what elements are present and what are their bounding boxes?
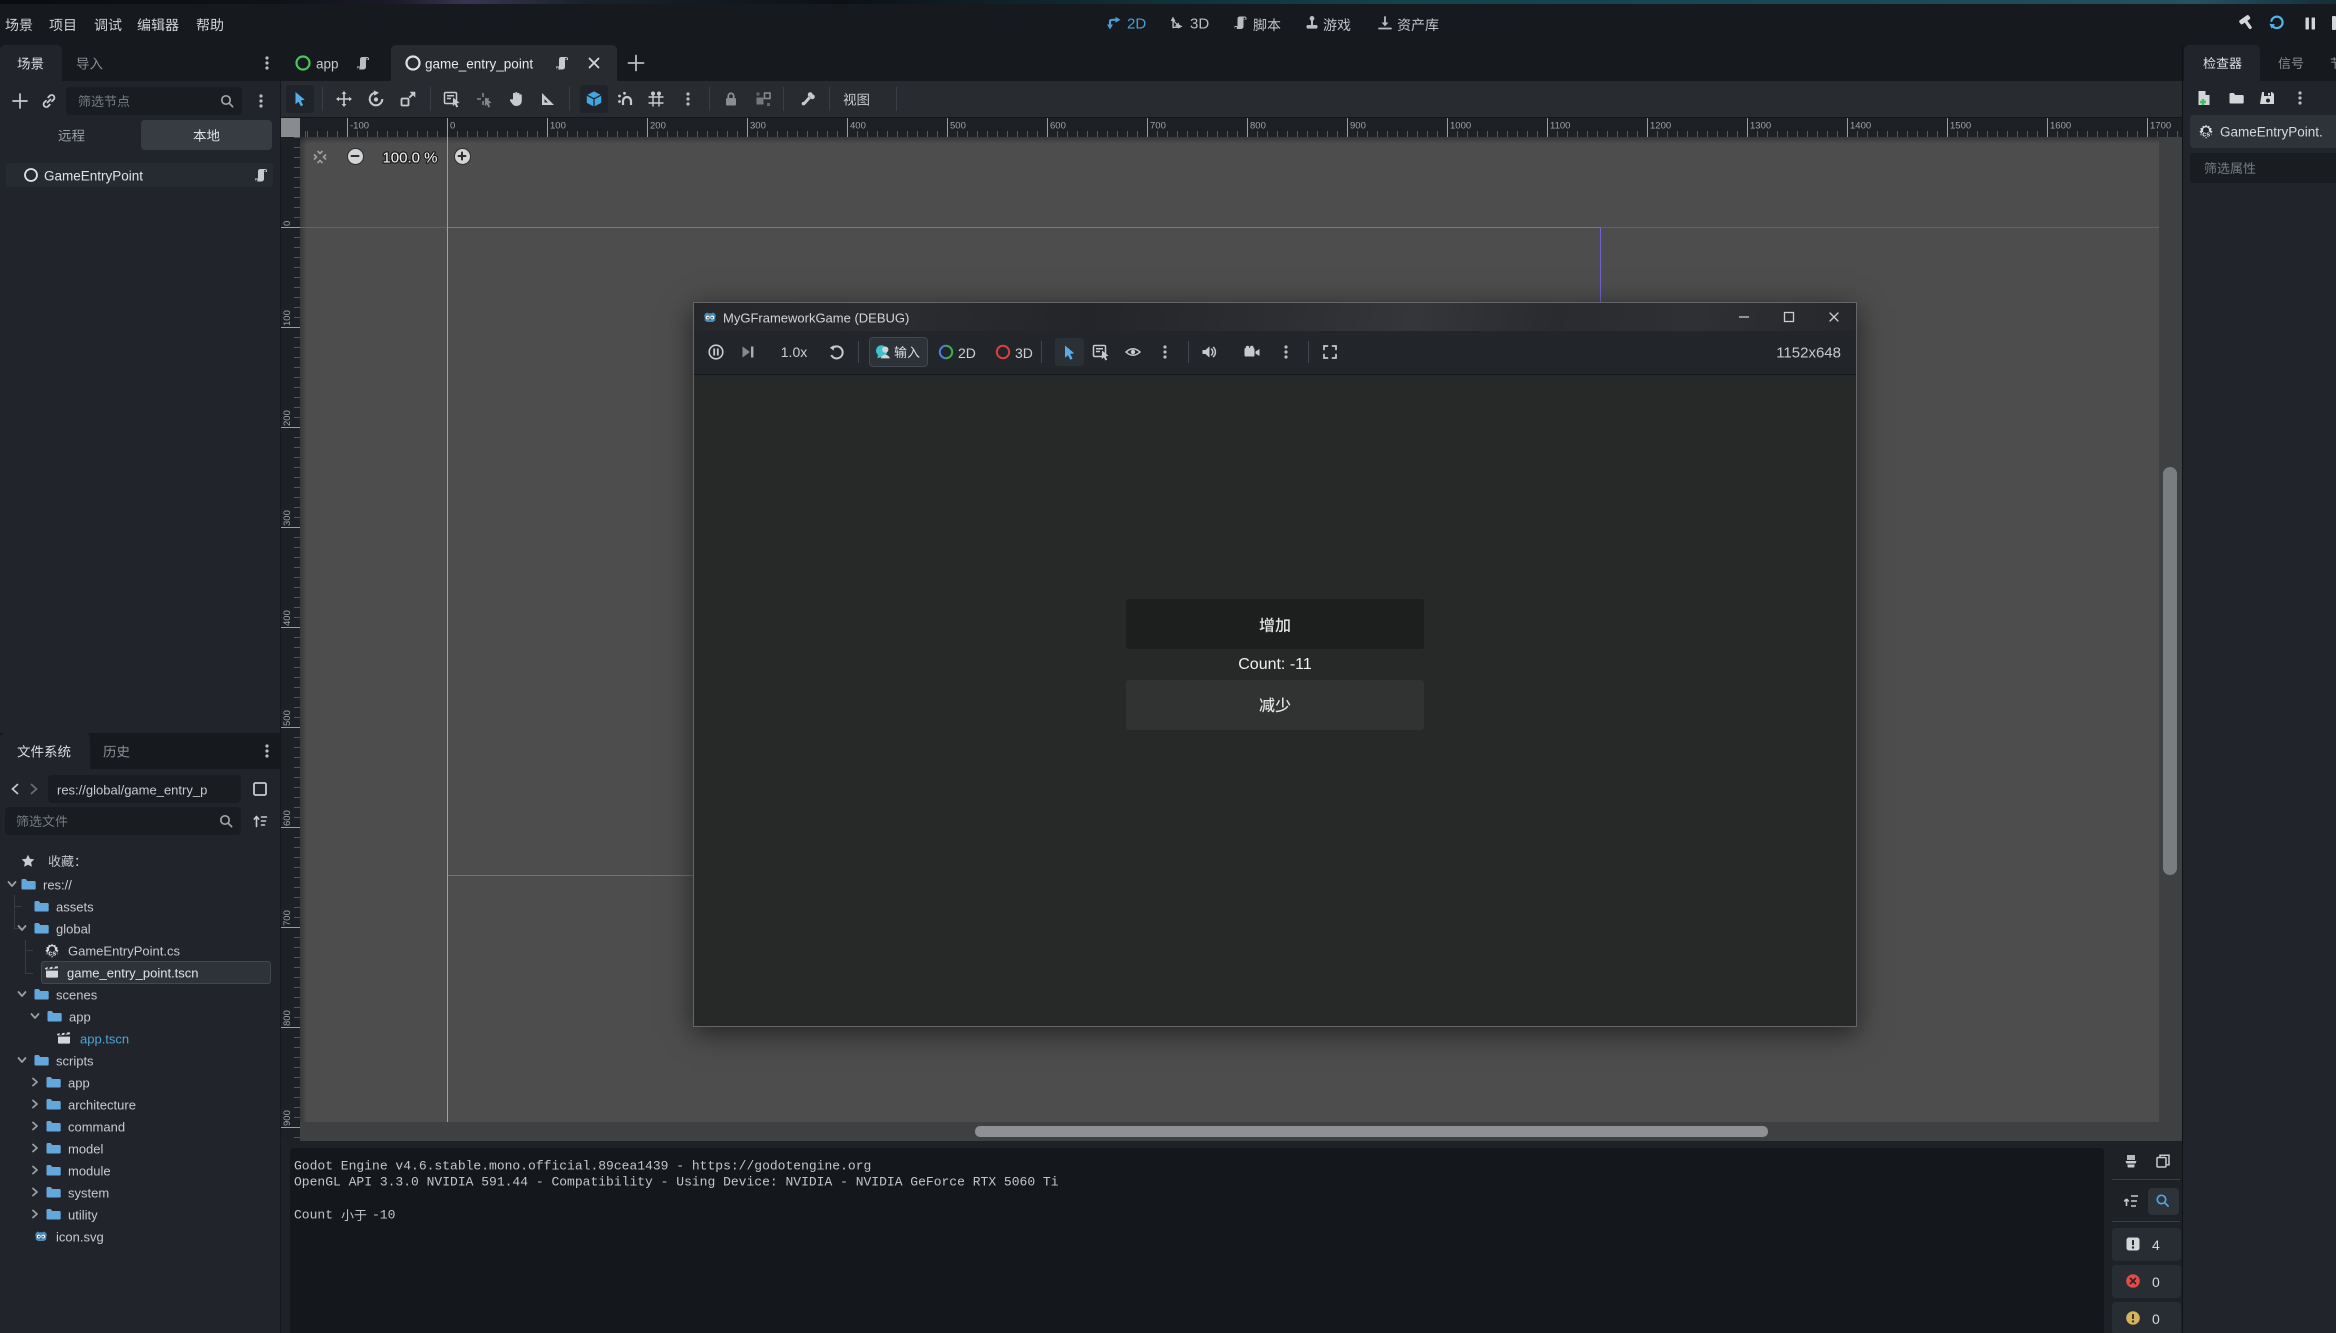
svg-text:cs: cs — [2202, 131, 2210, 138]
svg-text:cs: cs — [48, 950, 56, 957]
svg-text:100.0 %: 100.0 % — [382, 150, 437, 167]
